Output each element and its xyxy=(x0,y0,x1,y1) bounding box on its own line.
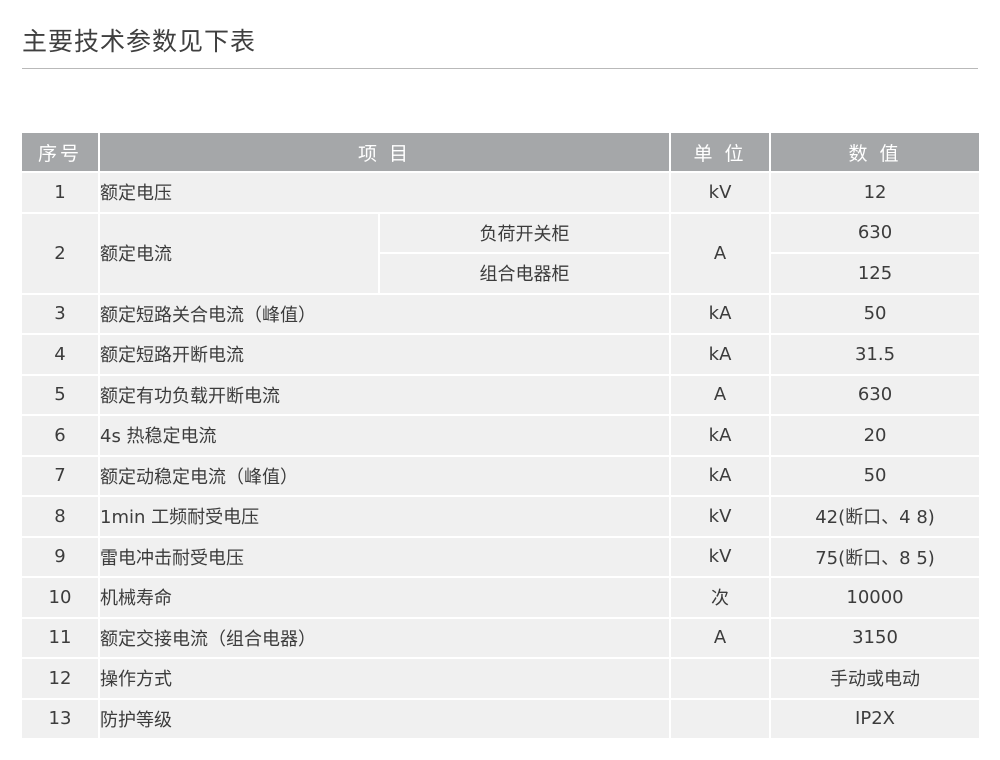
row-no: 8 xyxy=(22,497,98,536)
table-row: 8 1min 工频耐受电压 kV 42(断口、4 8) xyxy=(22,497,980,536)
row-unit: kA xyxy=(671,416,770,455)
row-no: 1 xyxy=(22,173,98,212)
row-item: 1min 工频耐受电压 xyxy=(100,497,670,536)
row-item: 额定交接电流（组合电器） xyxy=(100,618,670,657)
row-unit: kV xyxy=(671,497,770,536)
row-no: 5 xyxy=(22,375,98,414)
row-value: 630 xyxy=(771,375,980,414)
row-no: 4 xyxy=(22,335,98,374)
row-value: 50 xyxy=(771,456,980,495)
row-item: 额定电流 xyxy=(100,213,378,293)
row-item: 操作方式 xyxy=(100,659,670,698)
table-row: 13 防护等级 IP2X xyxy=(22,699,980,738)
header-no: 序号 xyxy=(22,133,98,171)
table-row: 6 4s 热稳定电流 kA 20 xyxy=(22,416,980,455)
table-row: 7 额定动稳定电流（峰值） kA 50 xyxy=(22,456,980,495)
row-value: 50 xyxy=(771,294,980,333)
row-value: 125 xyxy=(771,254,980,293)
row-unit: A xyxy=(671,375,770,414)
row-item: 额定动稳定电流（峰值） xyxy=(100,456,670,495)
row-item: 额定电压 xyxy=(100,173,670,212)
row-no: 12 xyxy=(22,659,98,698)
row-value: 3150 xyxy=(771,618,980,657)
row-unit: kA xyxy=(671,335,770,374)
row-no: 13 xyxy=(22,699,98,738)
row-item: 4s 热稳定电流 xyxy=(100,416,670,455)
table-row: 3 额定短路关合电流（峰值） kA 50 xyxy=(22,294,980,333)
table-row: 10 机械寿命 次 10000 xyxy=(22,578,980,617)
row-no: 7 xyxy=(22,456,98,495)
row-value: IP2X xyxy=(771,699,980,738)
row-item: 额定有功负载开断电流 xyxy=(100,375,670,414)
row-value: 手动或电动 xyxy=(771,659,980,698)
row-unit: 次 xyxy=(671,578,770,617)
row-value: 20 xyxy=(771,416,980,455)
header-item: 项 目 xyxy=(100,133,670,171)
row-subitem: 组合电器柜 xyxy=(380,254,670,293)
row-unit xyxy=(671,659,770,698)
row-item: 机械寿命 xyxy=(100,578,670,617)
table-row: 1 额定电压 kV 12 xyxy=(22,173,980,212)
row-value: 31.5 xyxy=(771,335,980,374)
row-value: 630 xyxy=(771,213,980,252)
row-item: 防护等级 xyxy=(100,699,670,738)
row-no: 9 xyxy=(22,537,98,576)
row-no: 6 xyxy=(22,416,98,455)
row-unit xyxy=(671,699,770,738)
table-row: 11 额定交接电流（组合电器） A 3150 xyxy=(22,618,980,657)
header-unit: 单 位 xyxy=(671,133,770,171)
row-unit: A xyxy=(671,213,770,293)
table-row: 9 雷电冲击耐受电压 kV 75(断口、8 5) xyxy=(22,537,980,576)
row-unit: kA xyxy=(671,294,770,333)
row-unit: A xyxy=(671,618,770,657)
row-value: 10000 xyxy=(771,578,980,617)
row-no: 3 xyxy=(22,294,98,333)
row-item: 雷电冲击耐受电压 xyxy=(100,537,670,576)
row-subitem: 负荷开关柜 xyxy=(380,213,670,252)
row-unit: kV xyxy=(671,537,770,576)
row-no: 10 xyxy=(22,578,98,617)
row-no: 2 xyxy=(22,213,98,293)
header-value: 数 值 xyxy=(771,133,980,171)
row-item: 额定短路关合电流（峰值） xyxy=(100,294,670,333)
row-value: 42(断口、4 8) xyxy=(771,497,980,536)
row-unit: kV xyxy=(671,173,770,212)
row-unit: kA xyxy=(671,456,770,495)
title-divider xyxy=(22,68,978,69)
table-row: 5 额定有功负载开断电流 A 630 xyxy=(22,375,980,414)
parameters-table: 序号 项 目 单 位 数 值 1 额定电压 kV 12 2 额定电流 负荷开关柜… xyxy=(20,131,981,740)
row-value: 12 xyxy=(771,173,980,212)
page-title: 主要技术参数见下表 xyxy=(22,27,257,56)
table-row: 4 额定短路开断电流 kA 31.5 xyxy=(22,335,980,374)
row-item: 额定短路开断电流 xyxy=(100,335,670,374)
table-row: 2 额定电流 负荷开关柜 A 630 xyxy=(22,213,980,293)
row-no: 11 xyxy=(22,618,98,657)
table-header-row: 序号 项 目 单 位 数 值 xyxy=(22,133,980,171)
table-row: 12 操作方式 手动或电动 xyxy=(22,659,980,698)
row-value: 75(断口、8 5) xyxy=(771,537,980,576)
